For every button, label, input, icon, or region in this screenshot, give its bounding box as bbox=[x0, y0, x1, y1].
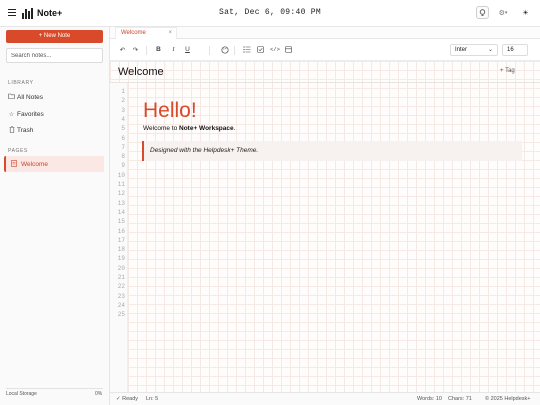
sidebar-item-label: All Notes bbox=[17, 93, 44, 101]
line-number: 13 bbox=[117, 199, 125, 207]
editor-area: Welcome + Tag 1 2 3 4 5 6 7 8 9 10 11 12 13 14 15 16 17 1… bbox=[110, 61, 540, 392]
sidebar: + New Note LIBRARY All Notes ☆ Favorites… bbox=[0, 27, 110, 405]
workspace-name: Note+ Workspace bbox=[179, 125, 234, 132]
divider bbox=[110, 82, 540, 83]
line-number: 22 bbox=[117, 283, 125, 291]
font-size-input[interactable]: 16 bbox=[502, 44, 528, 56]
line-number: 7 bbox=[121, 143, 125, 151]
line-number: 14 bbox=[117, 208, 125, 216]
sidebar-item-all-notes[interactable]: All Notes bbox=[8, 92, 43, 102]
line-number: 6 bbox=[121, 134, 125, 142]
line-number: 1 bbox=[121, 88, 125, 95]
sidebar-item-trash[interactable]: Trash bbox=[8, 125, 33, 135]
sidebar-item-welcome[interactable]: Welcome bbox=[4, 156, 104, 172]
redo-icon[interactable]: ↷ bbox=[131, 46, 140, 54]
tab-label: Welcome bbox=[121, 30, 146, 36]
pages-section-label: PAGES bbox=[8, 148, 28, 154]
undo-icon[interactable]: ↶ bbox=[118, 46, 127, 54]
palette-icon[interactable] bbox=[220, 46, 229, 56]
font-family-select[interactable]: Inter ⌄ bbox=[450, 44, 498, 56]
star-icon: ☆ bbox=[8, 111, 15, 118]
hamburger-icon[interactable] bbox=[8, 9, 16, 16]
folder-icon bbox=[8, 93, 15, 101]
sidebar-item-label: Favorites bbox=[17, 110, 44, 118]
sidebar-item-label: Trash bbox=[17, 126, 34, 134]
line-number: 8 bbox=[121, 153, 125, 161]
sidebar-item-favorites[interactable]: ☆ Favorites bbox=[8, 109, 44, 119]
welcome-suffix: . bbox=[233, 125, 236, 132]
line-number: 24 bbox=[117, 301, 125, 309]
copyright-text: © 2025 Helpdesk+ bbox=[485, 396, 531, 402]
app-name: Note+ bbox=[37, 8, 63, 18]
sun-icon[interactable]: ☀ bbox=[519, 6, 532, 19]
welcome-paragraph[interactable]: Welcome to Note+ Workspace. bbox=[143, 125, 235, 132]
line-number: 18 bbox=[117, 246, 125, 254]
chevron-down-icon: ⌄ bbox=[487, 47, 493, 53]
blockquote[interactable]: Designed with the Helpdesk+ Theme. bbox=[142, 141, 522, 161]
line-number-gutter: 1 2 3 4 5 6 7 8 9 10 11 12 13 14 15 16 17 18 19 20 21 22 23 24 2… bbox=[110, 83, 128, 392]
char-count: Chars: 71 bbox=[448, 396, 472, 402]
search-input[interactable] bbox=[6, 48, 103, 63]
formatting-toolbar: ↶ ↷ B I U </> Inter ⌄ 16 bbox=[110, 40, 540, 61]
line-number: 9 bbox=[121, 162, 125, 170]
ready-status: ✓ Ready bbox=[116, 396, 139, 402]
checkbox-icon[interactable] bbox=[256, 46, 265, 55]
tab-welcome[interactable]: Welcome × bbox=[115, 27, 177, 39]
line-number: 12 bbox=[117, 190, 125, 198]
toolbar-divider bbox=[209, 46, 210, 55]
storage-progress-bar bbox=[6, 388, 103, 389]
line-number: 11 bbox=[117, 181, 125, 188]
line-number: 2 bbox=[121, 97, 125, 105]
tab-bar: Welcome × bbox=[110, 27, 540, 39]
line-number: 23 bbox=[117, 292, 125, 300]
line-number: 10 bbox=[117, 171, 125, 179]
clock-display: Sat, Dec 6, 09:40 PM bbox=[218, 8, 321, 17]
trash-icon bbox=[8, 125, 15, 135]
line-number: 17 bbox=[117, 236, 125, 244]
close-icon[interactable]: × bbox=[168, 28, 172, 39]
welcome-text: Welcome to bbox=[143, 125, 180, 132]
italic-button[interactable]: I bbox=[169, 46, 178, 53]
sidebar-item-label: Welcome bbox=[21, 160, 48, 168]
underline-button[interactable]: U bbox=[183, 46, 192, 53]
status-bar: ✓ Ready Ln: 5 Words: 10 Chars: 71 © 2025… bbox=[110, 392, 540, 405]
toolbar-divider bbox=[146, 46, 147, 55]
bars-logo-icon bbox=[22, 8, 34, 19]
line-number: 21 bbox=[117, 274, 125, 281]
document-icon bbox=[11, 159, 17, 169]
document-heading[interactable]: Hello! bbox=[143, 99, 197, 123]
bullet-list-icon[interactable] bbox=[242, 46, 251, 55]
code-icon[interactable]: </> bbox=[270, 46, 280, 53]
new-note-button[interactable]: + New Note bbox=[6, 30, 103, 43]
line-number: 15 bbox=[117, 218, 125, 226]
line-number: 19 bbox=[117, 255, 125, 263]
storage-label: Local Storage bbox=[6, 391, 37, 397]
word-count: Words: 10 bbox=[417, 396, 442, 402]
line-number: 25 bbox=[117, 311, 125, 319]
toolbar-divider bbox=[234, 46, 235, 55]
line-number: 20 bbox=[117, 264, 125, 272]
font-family-value: Inter bbox=[455, 47, 468, 53]
line-indicator: Ln: 5 bbox=[146, 396, 159, 402]
storage-percent: 0% bbox=[95, 391, 103, 397]
line-number: 4 bbox=[121, 115, 125, 123]
top-bar: Note+ Sat, Dec 6, 09:40 PM ⚙ ▾ ☀ bbox=[0, 0, 540, 27]
chevron-down-icon: ▾ bbox=[504, 9, 508, 16]
line-number: 16 bbox=[117, 227, 125, 235]
add-tag-button[interactable]: + Tag bbox=[500, 68, 515, 74]
library-section-label: LIBRARY bbox=[8, 80, 34, 86]
line-number: 5 bbox=[121, 125, 125, 133]
bold-button[interactable]: B bbox=[154, 46, 163, 53]
document-title[interactable]: Welcome bbox=[118, 66, 164, 78]
line-number: 3 bbox=[121, 106, 125, 114]
settings-dropdown-button[interactable]: ⚙ ▾ bbox=[494, 6, 512, 19]
table-icon[interactable] bbox=[284, 46, 293, 55]
lightbulb-icon[interactable] bbox=[476, 6, 489, 19]
